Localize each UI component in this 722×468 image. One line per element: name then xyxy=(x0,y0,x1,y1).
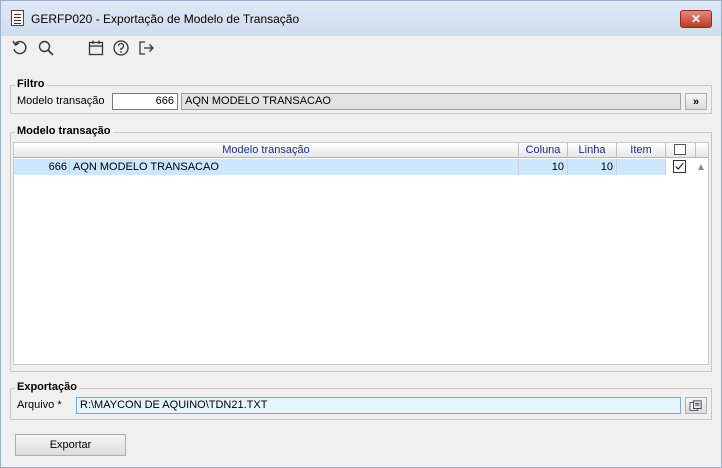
browse-icon xyxy=(689,399,702,411)
filtro-group-label: Filtro xyxy=(15,78,47,90)
grid-header: Modelo transação Coluna Linha Item xyxy=(14,143,708,158)
scroll-up-icon[interactable]: ▲ xyxy=(695,162,707,174)
modelo-group-label: Modelo transação xyxy=(15,125,113,137)
search-icon[interactable] xyxy=(37,39,55,57)
refresh-icon[interactable] xyxy=(11,39,29,57)
exportar-button[interactable]: Exportar xyxy=(15,434,126,456)
row-coluna: 10 xyxy=(519,159,568,175)
app-window: GERFP020 - Exportação de Modelo de Trans… xyxy=(0,0,722,468)
arquivo-label: Arquivo * xyxy=(17,399,62,411)
help-icon[interactable] xyxy=(112,39,130,57)
toolbar xyxy=(1,36,721,62)
filtro-group: Filtro Modelo transação 666 AQN MODELO T… xyxy=(10,78,712,114)
row-description: AQN MODELO TRANSACAO xyxy=(70,159,519,175)
col-header-select-all[interactable] xyxy=(666,143,696,158)
modelo-code-input[interactable]: 666 xyxy=(112,93,178,110)
row-linha: 10 xyxy=(568,159,617,175)
calendar-icon[interactable] xyxy=(87,39,105,57)
col-header-linha[interactable]: Linha xyxy=(568,143,617,158)
browse-file-button[interactable] xyxy=(685,397,707,414)
select-all-checkbox[interactable] xyxy=(674,144,686,155)
exportacao-group: Exportação Arquivo * R:\MAYCON DE AQUINO… xyxy=(10,381,712,420)
row-item xyxy=(617,159,666,175)
row-checkbox[interactable] xyxy=(673,160,686,173)
modelo-grid: Modelo transação Coluna Linha Item 666 A… xyxy=(13,142,709,365)
col-header-coluna[interactable]: Coluna xyxy=(519,143,568,158)
lookup-button[interactable]: » xyxy=(685,93,707,110)
table-row[interactable]: 666 AQN MODELO TRANSACAO 10 10 xyxy=(14,159,666,175)
modelo-description-field: AQN MODELO TRANSACAO xyxy=(181,93,681,110)
row-code: 666 xyxy=(14,159,70,175)
col-header-item[interactable]: Item xyxy=(617,143,666,158)
exportar-label: Exportar xyxy=(49,439,92,451)
exit-icon[interactable] xyxy=(137,39,155,57)
col-header-modelo[interactable]: Modelo transação xyxy=(14,143,519,158)
title-bar: GERFP020 - Exportação de Modelo de Trans… xyxy=(1,1,721,36)
exportacao-group-label: Exportação xyxy=(15,381,79,393)
check-icon xyxy=(675,162,684,170)
close-button[interactable]: ✕ xyxy=(680,10,712,28)
document-icon xyxy=(11,10,24,26)
modelo-transacao-label: Modelo transação xyxy=(17,95,105,107)
window-title: GERFP020 - Exportação de Modelo de Trans… xyxy=(31,12,300,26)
arquivo-input[interactable]: R:\MAYCON DE AQUINO\TDN21.TXT xyxy=(76,397,681,414)
